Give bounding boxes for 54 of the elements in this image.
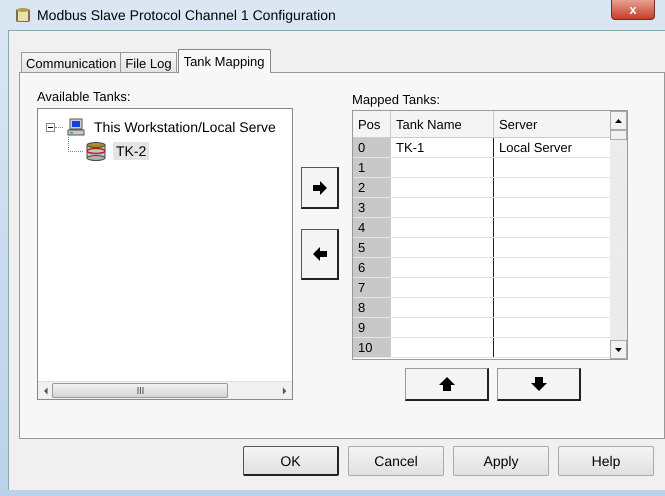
column-header[interactable]: Server bbox=[494, 111, 610, 137]
remove-button[interactable] bbox=[301, 229, 339, 280]
row-header: 4 bbox=[353, 218, 391, 237]
row-header: 10 bbox=[353, 338, 391, 357]
row-header: 2 bbox=[353, 178, 391, 197]
down-caret-icon bbox=[615, 348, 622, 352]
move-down-button[interactable] bbox=[497, 368, 581, 401]
close-button[interactable]: x bbox=[611, 0, 655, 20]
add-button[interactable] bbox=[301, 167, 339, 209]
mapped-tanks-label: Mapped Tanks: bbox=[352, 92, 441, 109]
column-header[interactable]: Tank Name bbox=[391, 111, 494, 137]
column-header[interactable]: Pos bbox=[353, 111, 391, 137]
up-caret-icon bbox=[615, 118, 622, 122]
row-header: 1 bbox=[353, 158, 391, 177]
dialog-button[interactable]: Help bbox=[558, 446, 654, 476]
tank-icon bbox=[85, 141, 107, 161]
row-header: 0 bbox=[353, 138, 391, 157]
right-arrow-icon bbox=[312, 180, 328, 196]
window-title: Modbus Slave Protocol Channel 1 Configuration bbox=[37, 7, 336, 23]
left-arrow-icon bbox=[312, 246, 328, 262]
tab[interactable]: Communication bbox=[21, 52, 122, 73]
tab[interactable]: File Log bbox=[120, 52, 177, 73]
scroll-up-button[interactable] bbox=[610, 111, 627, 130]
up-arrow-icon bbox=[438, 376, 456, 392]
dialog-button[interactable]: OK bbox=[243, 446, 339, 476]
row-header: 9 bbox=[353, 318, 391, 337]
dialog-button[interactable]: Cancel bbox=[348, 446, 444, 476]
scroll-right-icon bbox=[282, 386, 286, 394]
horizontal-scrollbar[interactable] bbox=[38, 381, 292, 399]
tab[interactable]: Tank Mapping bbox=[178, 49, 271, 73]
dialog-button[interactable]: Apply bbox=[453, 446, 549, 476]
row-header: 7 bbox=[353, 278, 391, 297]
table-cell: TK-1 bbox=[391, 138, 494, 157]
tree-item[interactable]: This Workstation/Local Serve bbox=[91, 118, 279, 136]
collapse-toggle[interactable] bbox=[46, 122, 55, 132]
move-up-button[interactable] bbox=[405, 368, 489, 401]
tree-view[interactable]: This Workstation/Local Serve TK-2 bbox=[37, 108, 293, 400]
available-tanks-label: Available Tanks: bbox=[37, 89, 132, 106]
grip-icon bbox=[136, 387, 144, 394]
mapped-tanks-table[interactable]: Pos Tank Name Server 0 TK-1 Local Server 1 2 3 4 5 6 7 8 9 10 bbox=[352, 110, 628, 360]
scroll-down-button[interactable] bbox=[610, 340, 627, 359]
down-arrow-icon bbox=[530, 376, 548, 392]
row-header: 5 bbox=[353, 238, 391, 257]
scroll-left-icon bbox=[44, 386, 48, 394]
computer-icon bbox=[67, 118, 85, 136]
vertical-scrollbar[interactable] bbox=[610, 111, 627, 359]
scroll-thumb[interactable] bbox=[52, 383, 228, 398]
row-header: 8 bbox=[353, 298, 391, 317]
row-header: 3 bbox=[353, 198, 391, 217]
tree-item[interactable]: TK-2 bbox=[113, 142, 150, 160]
tank-icon bbox=[15, 7, 31, 23]
table-cell-text: Local Server bbox=[498, 139, 573, 157]
scroll-thumb[interactable] bbox=[610, 130, 627, 140]
row-header: 6 bbox=[353, 258, 391, 277]
